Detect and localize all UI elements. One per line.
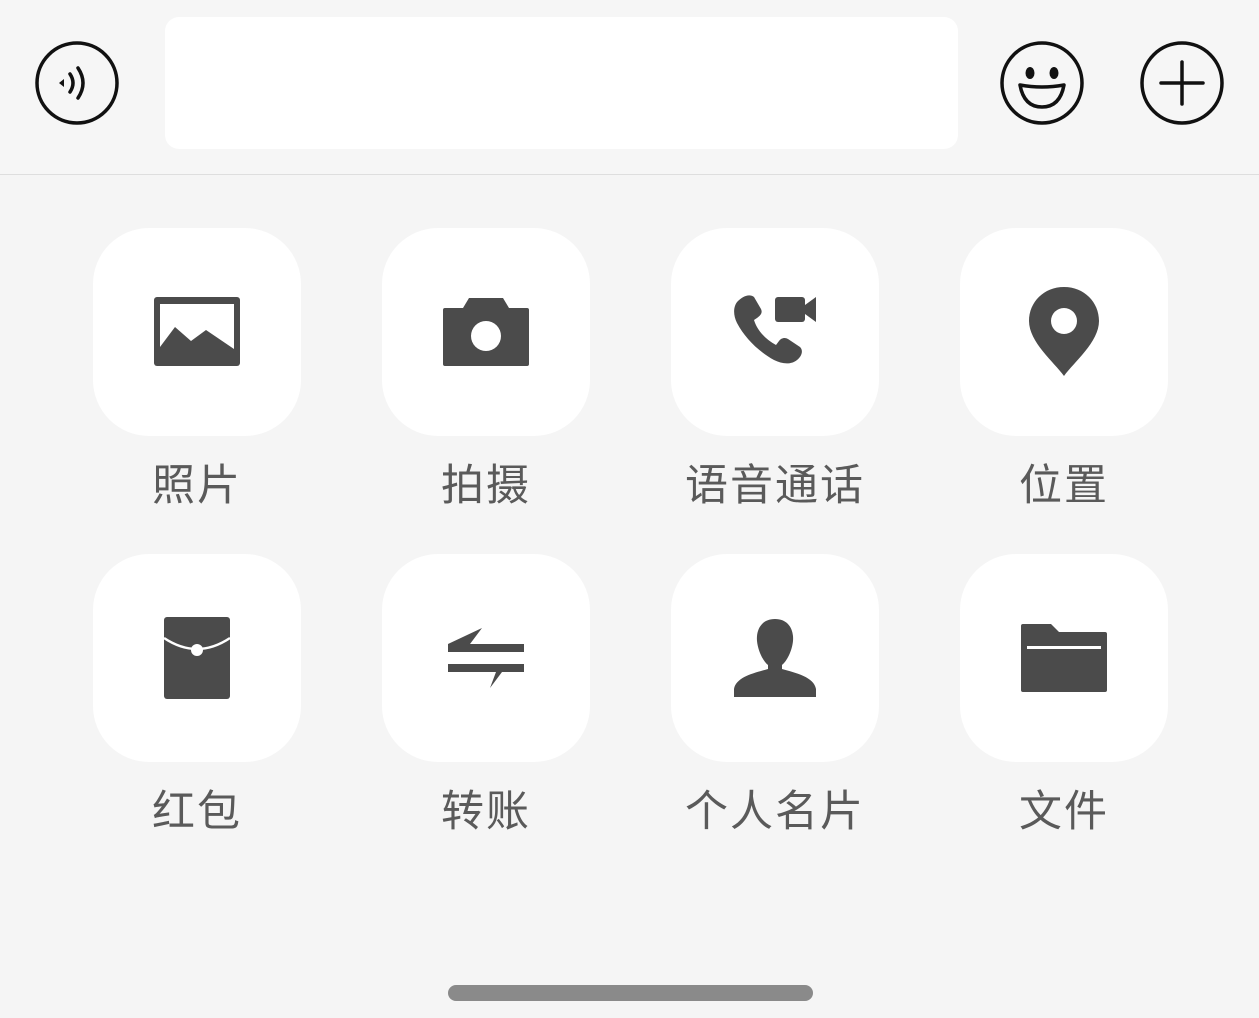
transfer-item[interactable]: 转账 <box>382 554 590 842</box>
location-tile[interactable] <box>960 228 1168 436</box>
red-packet-label: 红包 <box>152 787 242 837</box>
home-indicator[interactable] <box>448 985 813 1001</box>
camera-label: 拍摄 <box>441 461 531 511</box>
voice-call-label: 语音通话 <box>685 461 865 511</box>
contact-card-tile[interactable] <box>671 554 879 762</box>
camera-item[interactable]: 拍摄 <box>382 228 590 516</box>
red-packet-tile[interactable] <box>93 554 301 762</box>
contact-card-label: 个人名片 <box>685 787 865 837</box>
red-packet-item[interactable]: 红包 <box>93 554 301 842</box>
chat-input-bar <box>0 0 1259 175</box>
emoji-button[interactable] <box>1000 41 1084 125</box>
contact-card-icon <box>734 619 816 697</box>
voice-waves-icon <box>35 41 119 125</box>
camera-tile[interactable] <box>382 228 590 436</box>
location-pin-icon <box>1029 287 1099 376</box>
smiley-face-icon <box>1000 41 1084 125</box>
photo-tile[interactable] <box>93 228 301 436</box>
message-input[interactable] <box>165 17 958 149</box>
more-options-button[interactable] <box>1140 41 1224 125</box>
transfer-label: 转账 <box>441 787 531 837</box>
camera-icon <box>443 298 529 366</box>
voice-call-tile[interactable] <box>671 228 879 436</box>
file-item[interactable]: 文件 <box>960 554 1168 842</box>
contact-card-item[interactable]: 个人名片 <box>671 554 879 842</box>
photo-label: 照片 <box>152 461 242 511</box>
voice-call-item[interactable]: 语音通话 <box>671 228 879 516</box>
file-tile[interactable] <box>960 554 1168 762</box>
transfer-tile[interactable] <box>382 554 590 762</box>
photo-icon <box>154 297 240 366</box>
plus-circle-icon <box>1140 41 1224 125</box>
file-label: 文件 <box>1019 787 1109 837</box>
more-functions-panel: 照片 拍摄 语音通话 位置 红包 转账 个人名片 文件 <box>0 176 1259 1018</box>
location-label: 位置 <box>1019 461 1109 511</box>
folder-icon <box>1021 624 1107 692</box>
photo-item[interactable]: 照片 <box>93 228 301 516</box>
call-video-icon <box>734 295 816 364</box>
transfer-arrows-icon <box>448 628 524 688</box>
voice-input-button[interactable] <box>35 41 119 125</box>
location-item[interactable]: 位置 <box>960 228 1168 516</box>
red-packet-icon <box>163 617 231 699</box>
